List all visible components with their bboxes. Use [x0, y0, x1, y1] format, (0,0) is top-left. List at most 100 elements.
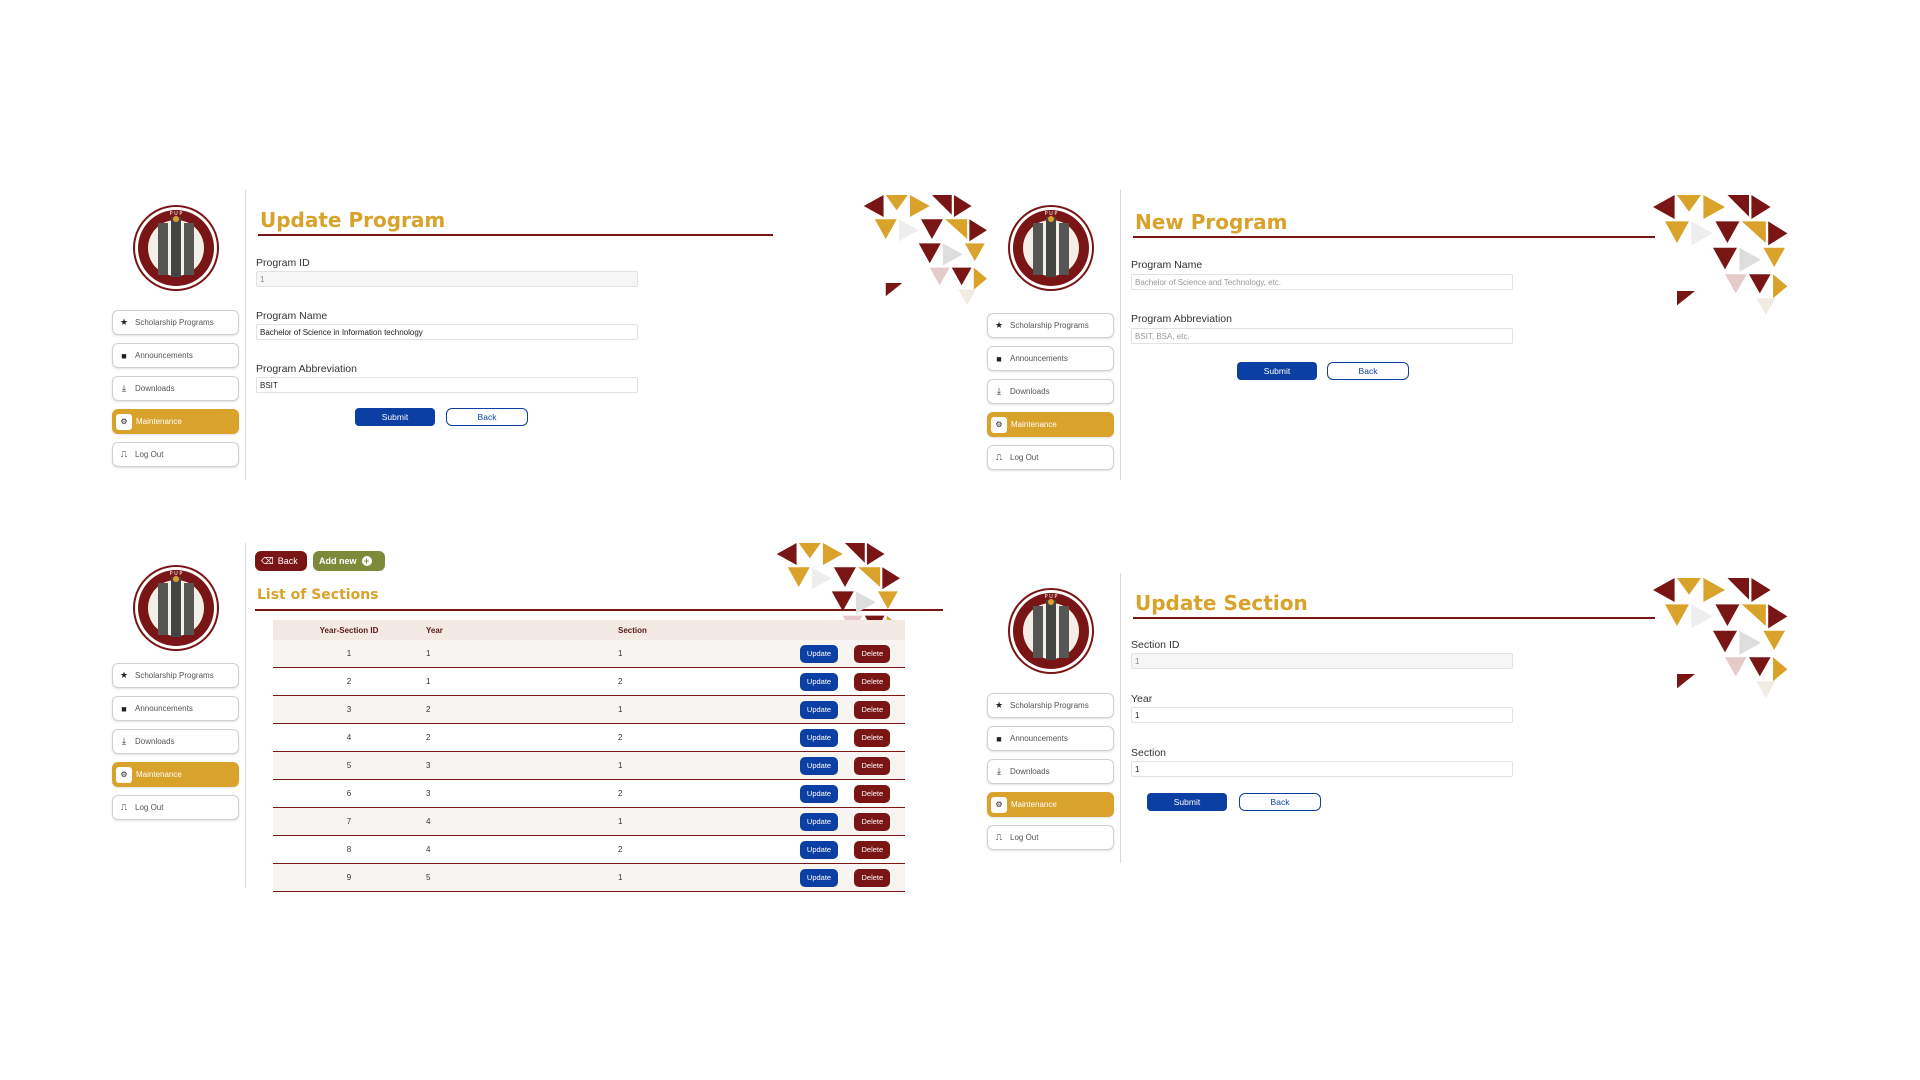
sidebar-item-announcements[interactable]: ■ Announcements	[112, 696, 239, 721]
update-section-panel: ★ Scholarship Programs ■ Announcements ⤓ Do…	[985, 573, 1825, 863]
sidebar-item-scholarship-programs[interactable]: ★ Scholarship Programs	[987, 693, 1114, 718]
sidebar-item-log-out[interactable]: ⎍ Log Out	[112, 795, 239, 820]
update-button[interactable]: Update	[800, 840, 838, 859]
program-name-field[interactable]	[256, 324, 638, 340]
delete-cell: Delete	[853, 667, 905, 696]
sidebar: ★ Scholarship Programs ■ Announcements ⤓ Do…	[985, 573, 1120, 863]
year-cell: 3	[425, 779, 617, 808]
sidebar-item-maintenance[interactable]: ⚙ Maintenance	[112, 409, 239, 434]
sidebar-item-label: Downloads	[135, 384, 175, 393]
sidebar-nav: ★ Scholarship Programs ■ Announcements ⤓ Do…	[987, 313, 1114, 478]
sidebar-item-downloads[interactable]: ⤓ Downloads	[987, 379, 1114, 404]
year-field[interactable]	[1131, 707, 1513, 723]
delete-button[interactable]: Delete	[854, 812, 891, 831]
sections-table-body: 1 1 1 Update Delete 2 1 2 Update Delete 3 2 1 Update D…	[273, 640, 905, 892]
update-cell: Update	[799, 751, 854, 780]
sidebar-item-label: Maintenance	[1011, 420, 1057, 429]
delete-cell: Delete	[853, 751, 905, 780]
sidebar-item-downloads[interactable]: ⤓ Downloads	[112, 376, 239, 401]
section-cell: 1	[617, 863, 799, 892]
table-row: 3 2 1 Update Delete	[273, 695, 905, 724]
delete-button[interactable]: Delete	[854, 784, 891, 803]
decorative-pattern	[1653, 195, 1788, 315]
section-id-label: Section ID	[1131, 639, 1180, 651]
sidebar-item-downloads[interactable]: ⤓ Downloads	[112, 729, 239, 754]
back-arrow-icon: ⌫	[261, 555, 274, 566]
sidebar: ★ Scholarship Programs ■ Announcements ⤓ Do…	[110, 543, 245, 888]
year-section-id-cell: 6	[273, 779, 425, 808]
section-cell: 1	[617, 751, 799, 780]
column-header-actions	[799, 620, 854, 640]
title-divider	[258, 234, 773, 236]
sidebar-item-label: Log Out	[135, 450, 164, 459]
back-button[interactable]: Back	[1239, 793, 1321, 811]
update-cell: Update	[799, 640, 854, 668]
sidebar-item-announcements[interactable]: ■ Announcements	[112, 343, 239, 368]
update-program-panel: ★ Scholarship Programs ■ Announcements ⤓ Do…	[110, 190, 987, 480]
update-button[interactable]: Update	[800, 728, 838, 747]
table-row: 9 5 1 Update Delete	[273, 863, 905, 892]
delete-button[interactable]: Delete	[854, 700, 891, 719]
section-cell: 1	[617, 695, 799, 724]
update-button[interactable]: Update	[800, 868, 838, 887]
sidebar-item-scholarship-programs[interactable]: ★ Scholarship Programs	[112, 663, 239, 688]
delete-button[interactable]: Delete	[854, 756, 891, 775]
submit-button[interactable]: Submit	[1147, 793, 1227, 811]
program-name-label: Program Name	[1131, 259, 1203, 271]
back-button[interactable]: Back	[1327, 362, 1409, 380]
back-button[interactable]: ⌫ Back	[255, 551, 307, 571]
section-label: Section	[1131, 747, 1167, 759]
page-title: List of Sections	[257, 587, 379, 603]
sidebar-item-downloads[interactable]: ⤓ Downloads	[987, 759, 1114, 784]
year-section-id-cell: 1	[273, 640, 425, 668]
sidebar-item-label: Log Out	[135, 803, 164, 812]
sidebar-item-maintenance[interactable]: ⚙ Maintenance	[987, 412, 1114, 437]
update-button[interactable]: Update	[800, 756, 838, 775]
sidebar-item-maintenance[interactable]: ⚙ Maintenance	[112, 762, 239, 787]
delete-button[interactable]: Delete	[854, 728, 891, 747]
sidebar-item-announcements[interactable]: ■ Announcements	[987, 726, 1114, 751]
delete-button[interactable]: Delete	[854, 672, 891, 691]
submit-button[interactable]: Submit	[1237, 362, 1317, 380]
door-icon: ⎍	[120, 802, 128, 812]
program-name-field[interactable]	[1131, 274, 1513, 290]
program-id-field[interactable]	[256, 271, 638, 287]
year-label: Year	[1131, 693, 1153, 705]
program-abbreviation-label: Program Abbreviation	[256, 363, 357, 375]
sidebar-item-log-out[interactable]: ⎍ Log Out	[987, 445, 1114, 470]
back-button[interactable]: Back	[446, 408, 528, 426]
delete-button[interactable]: Delete	[854, 868, 891, 887]
update-cell: Update	[799, 807, 854, 836]
year-cell: 2	[425, 695, 617, 724]
sections-table: Year-Section ID Year Section 1 1 1 Update De…	[273, 620, 905, 892]
update-button[interactable]: Update	[800, 784, 838, 803]
new-program-panel: ★ Scholarship Programs ■ Announcements ⤓ Do…	[985, 190, 1825, 480]
update-button[interactable]: Update	[800, 812, 838, 831]
delete-button[interactable]: Delete	[854, 840, 891, 859]
program-abbreviation-field[interactable]	[1131, 328, 1513, 344]
add-new-button[interactable]: Add new +	[313, 551, 385, 571]
year-cell: 1	[425, 640, 617, 668]
sidebar-item-scholarship-programs[interactable]: ★ Scholarship Programs	[112, 310, 239, 335]
update-button[interactable]: Update	[800, 672, 838, 691]
program-abbreviation-label: Program Abbreviation	[1131, 313, 1232, 325]
sidebar-item-log-out[interactable]: ⎍ Log Out	[112, 442, 239, 467]
sidebar-item-announcements[interactable]: ■ Announcements	[987, 346, 1114, 371]
sidebar-item-maintenance[interactable]: ⚙ Maintenance	[987, 792, 1114, 817]
star-icon: ★	[994, 320, 1004, 330]
sidebar-item-log-out[interactable]: ⎍ Log Out	[987, 825, 1114, 850]
year-cell: 1	[425, 667, 617, 696]
update-button[interactable]: Update	[800, 700, 838, 719]
title-divider	[1133, 617, 1655, 619]
submit-button[interactable]: Submit	[355, 408, 435, 426]
note-icon: ■	[121, 703, 127, 714]
delete-button[interactable]: Delete	[854, 644, 891, 663]
section-id-field[interactable]	[1131, 653, 1513, 669]
sidebar-item-scholarship-programs[interactable]: ★ Scholarship Programs	[987, 313, 1114, 338]
program-abbreviation-field[interactable]	[256, 377, 638, 393]
column-header-year: Year	[425, 620, 617, 640]
update-button[interactable]: Update	[800, 644, 838, 663]
section-field[interactable]	[1131, 761, 1513, 777]
sidebar-divider	[245, 190, 246, 480]
door-icon: ⎍	[995, 832, 1003, 842]
